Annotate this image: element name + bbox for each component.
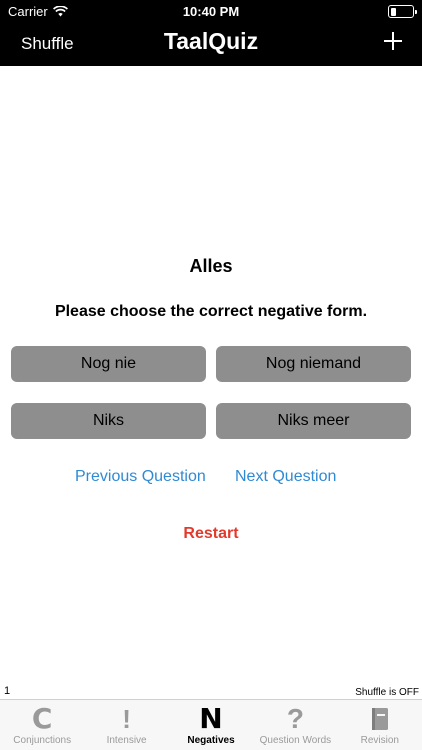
answer-option-2[interactable]: Nog niemand [216,346,411,382]
book-icon [370,703,390,735]
status-bar: Carrier 10:40 PM [0,0,422,24]
tab-bar: C Conjunctions ! Intensive N Negatives ?… [0,699,422,750]
question-icon: ? [286,703,304,734]
previous-question-button[interactable]: Previous Question [75,468,206,486]
answer-option-1[interactable]: Nog nie [11,346,206,382]
restart-button[interactable]: Restart [0,525,422,543]
app-title: TaalQuiz [163,28,259,54]
top-bar: Carrier 10:40 PM Shuffle TaalQuiz [0,0,422,66]
tab-conjunctions[interactable]: C Conjunctions [0,700,84,750]
tab-revision[interactable]: Revision [338,700,422,750]
answer-option-3[interactable]: Niks [11,403,206,439]
tab-label: Conjunctions [13,735,72,746]
battery-icon [388,5,417,18]
question-word: Alles [189,256,233,276]
tab-intensive[interactable]: ! Intensive [84,700,168,750]
tab-negatives[interactable]: N Negatives [169,700,253,750]
tab-label: Negatives [187,735,235,746]
tab-label: Intensive [106,735,147,746]
clock: 10:40 PM [182,4,240,19]
tab-question-words[interactable]: ? Question Words [253,700,337,750]
answer-option-4[interactable]: Niks meer [216,403,411,439]
tab-label: Revision [360,735,399,746]
c-icon: C [31,702,53,735]
question-prompt: Please choose the correct negative form. [54,303,368,320]
question-counter: 1 [4,685,11,697]
next-question-button[interactable]: Next Question [235,468,336,486]
plus-icon[interactable] [382,30,404,52]
exclamation-icon: ! [122,704,131,734]
n-icon: N [199,702,223,735]
shuffle-status: Shuffle is OFF [355,687,419,698]
battery-fill [390,7,396,16]
tab-label: Question Words [259,735,332,746]
